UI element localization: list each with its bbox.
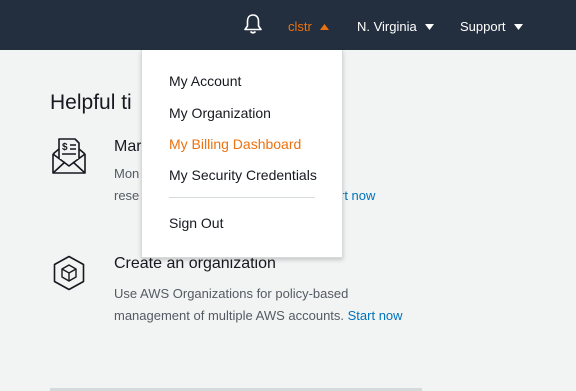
tip-description: Use AWS Organizations for policy-based m… xyxy=(114,283,404,327)
menu-item-my-security-credentials[interactable]: My Security Credentials xyxy=(169,167,317,183)
billing-envelope-icon: $ xyxy=(52,138,86,174)
hexagon-cube-icon xyxy=(53,255,85,291)
tip-description-text: Use AWS Organizations for policy-based m… xyxy=(114,286,349,323)
region-selector[interactable]: N. Virginia xyxy=(357,19,434,34)
support-menu[interactable]: Support xyxy=(460,19,523,34)
menu-item-sign-out[interactable]: Sign Out xyxy=(169,215,223,231)
caret-up-icon xyxy=(319,23,329,30)
tip-title: Mar xyxy=(114,138,142,155)
support-label: Support xyxy=(460,19,506,34)
menu-item-my-billing-dashboard[interactable]: My Billing Dashboard xyxy=(169,136,301,152)
svg-text:$: $ xyxy=(62,142,68,153)
account-menu-toggle[interactable]: clstr xyxy=(288,19,329,34)
bell-icon[interactable] xyxy=(243,13,263,35)
caret-down-icon xyxy=(513,23,523,30)
tip-description-text: rese xyxy=(114,188,140,203)
account-dropdown-menu: My Account My Organization My Billing Da… xyxy=(141,50,343,258)
caret-down-icon xyxy=(424,23,434,30)
menu-item-my-account[interactable]: My Account xyxy=(169,73,241,89)
top-navigation-bar: clstr N. Virginia Support xyxy=(0,0,576,50)
menu-item-my-organization[interactable]: My Organization xyxy=(169,105,271,121)
region-label: N. Virginia xyxy=(357,19,417,34)
start-now-link[interactable]: Start now xyxy=(348,308,403,323)
menu-divider xyxy=(169,197,315,198)
account-name: clstr xyxy=(288,19,312,34)
start-now-link[interactable]: rt now xyxy=(340,185,375,207)
section-title: Helpful ti xyxy=(50,91,132,114)
